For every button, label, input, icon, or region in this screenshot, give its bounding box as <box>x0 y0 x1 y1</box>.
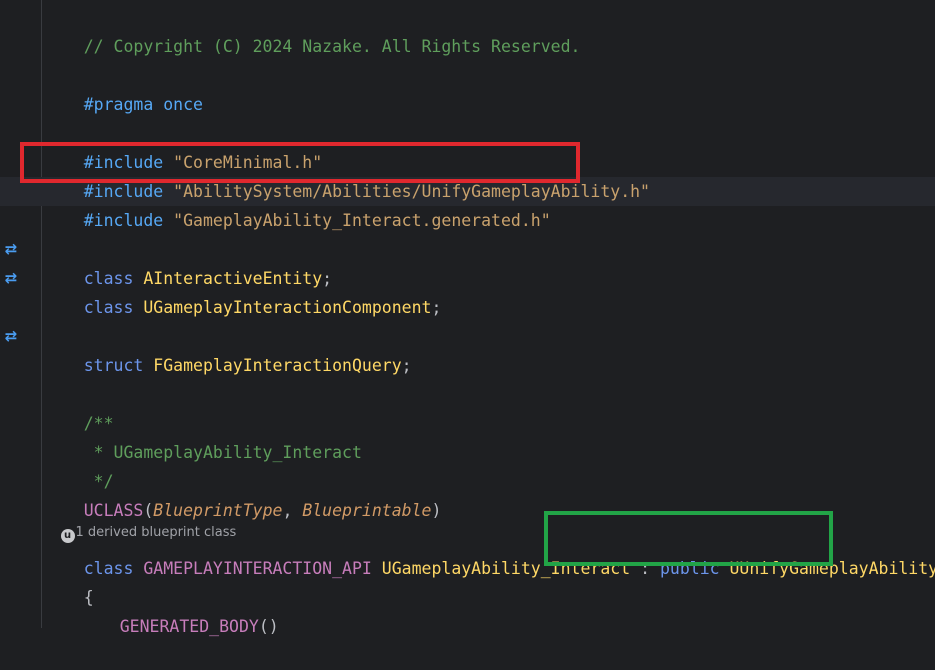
code-line-forward-decl-component[interactable]: class UGameplayInteractionComponent; <box>44 264 441 293</box>
code-line-doc-close[interactable]: */ <box>44 438 114 467</box>
punctuation: () <box>259 617 279 636</box>
doc-comment: * UGameplayAbility_Interact <box>84 443 362 462</box>
gutter-divider <box>41 0 42 628</box>
code-line-doc-open[interactable]: /** <box>44 380 114 409</box>
keyword: struct <box>84 356 144 375</box>
code-line-pragma[interactable]: #pragma once <box>44 61 203 90</box>
navigate-declaration-icon[interactable]: ⇄ <box>2 327 20 345</box>
punctuation: ) <box>431 501 441 520</box>
derived-blueprint-hint[interactable]: u1 derived blueprint class <box>44 500 236 522</box>
api-macro: GAMEPLAYINTERACTION_API <box>143 559 371 578</box>
navigate-declaration-icon[interactable]: ⇄ <box>2 269 20 287</box>
punctuation: ; <box>431 298 441 317</box>
code-line-brace[interactable]: { <box>44 554 94 583</box>
code-line-forward-decl-entity[interactable]: class AInteractiveEntity; <box>44 235 332 264</box>
include-path: "GameplayAbility_Interact.generated.h" <box>173 211 551 230</box>
code-line-uclass[interactable]: UCLASS(BlueprintType, Blueprintable) <box>44 467 441 496</box>
punctuation: , <box>282 501 302 520</box>
code-line-generated-body[interactable]: GENERATED_BODY() <box>80 583 279 612</box>
type-name: UGameplayInteractionComponent <box>143 298 431 317</box>
macro-name: GENERATED_BODY <box>120 617 259 636</box>
navigate-declaration-icon[interactable]: ⇄ <box>2 240 20 258</box>
code-editor[interactable]: // Copyright (C) 2024 Nazake. All Rights… <box>0 0 935 628</box>
code-line-copyright[interactable]: // Copyright (C) 2024 Nazake. All Rights… <box>44 3 580 32</box>
comment: // Copyright (C) 2024 Nazake. All Rights… <box>84 37 581 56</box>
specifier: Blueprintable <box>302 501 431 520</box>
highlight-box-base-class <box>544 511 833 566</box>
highlight-box-include <box>20 142 580 183</box>
punctuation: ; <box>402 356 412 375</box>
preprocessor-directive: #pragma <box>84 95 154 114</box>
gutter[interactable] <box>0 0 40 628</box>
code-line-doc-body[interactable]: * UGameplayAbility_Interact <box>44 409 362 438</box>
type-name: FGameplayInteractionQuery <box>153 356 401 375</box>
code-line-forward-decl-query[interactable]: struct FGameplayInteractionQuery; <box>44 322 412 351</box>
pragma-value: once <box>153 95 203 114</box>
keyword: class <box>84 298 134 317</box>
preprocessor-directive: #include <box>84 211 163 230</box>
